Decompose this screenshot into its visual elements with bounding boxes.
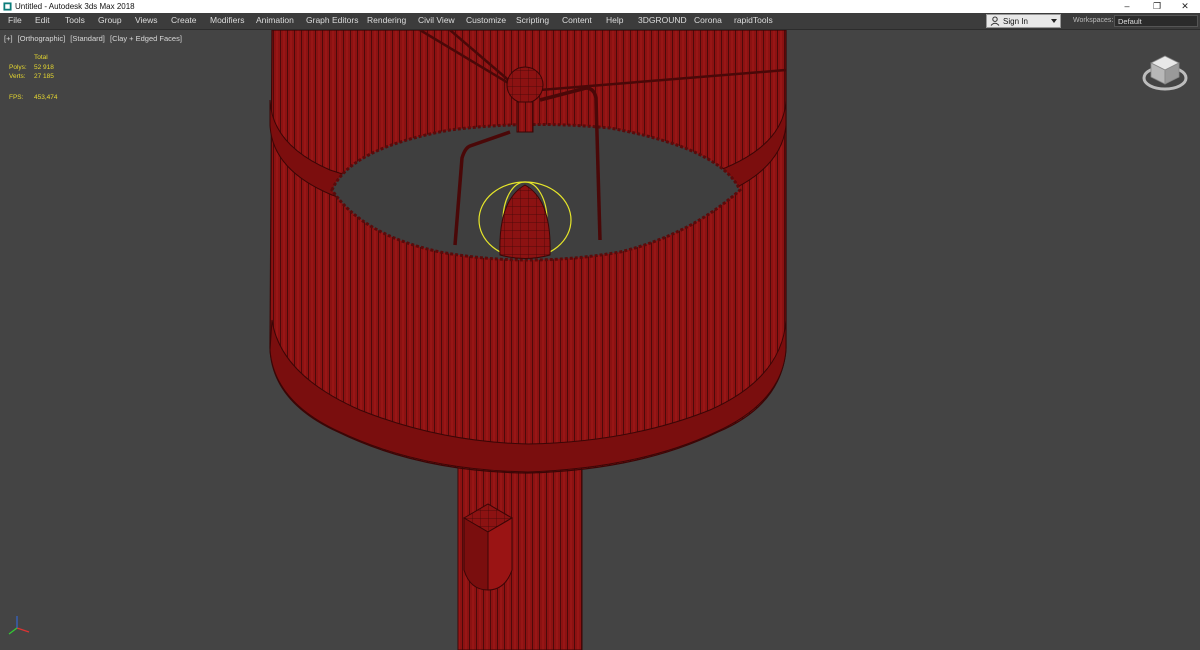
viewport-label[interactable]: [+] [Orthographic] [Standard] [Clay + Ed… [4, 34, 185, 43]
maximize-button[interactable]: ❐ [1142, 0, 1172, 13]
navigation-cube-icon[interactable] [1142, 52, 1188, 92]
finial [506, 66, 544, 104]
stats-fps-value: 453,474 [34, 94, 58, 101]
close-button[interactable]: ✕ [1170, 0, 1200, 13]
viewport-preset[interactable]: [Standard] [70, 34, 105, 43]
user-icon [990, 16, 1000, 26]
workspaces-label: Workspaces: [1073, 17, 1114, 24]
menu-create[interactable]: Create [171, 15, 197, 25]
menu-customize[interactable]: Customize [466, 15, 506, 25]
menu-rendering[interactable]: Rendering [367, 15, 406, 25]
menu-civil-view[interactable]: Civil View [418, 15, 455, 25]
stats-total-label: Total [34, 54, 48, 61]
menu-views[interactable]: Views [135, 15, 158, 25]
menu-animation[interactable]: Animation [256, 15, 294, 25]
menu-modifiers[interactable]: Modifiers [210, 15, 244, 25]
viewport[interactable]: [+] [Orthographic] [Standard] [Clay + Ed… [0, 30, 1200, 650]
window-title: Untitled - Autodesk 3ds Max 2018 [15, 1, 135, 11]
minimize-button[interactable]: – [1112, 0, 1142, 13]
axis-tripod-icon [8, 616, 30, 635]
stats-polys-label: Polys: [9, 64, 27, 71]
viewport-shading[interactable]: [Clay + Edged Faces] [110, 34, 182, 43]
sign-in-dropdown[interactable]: Sign In [986, 14, 1061, 28]
workspaces-value: Default [1118, 17, 1142, 26]
menu-scripting[interactable]: Scripting [516, 15, 549, 25]
menu-3dground[interactable]: 3DGROUND [638, 15, 687, 25]
stats-verts-label: Verts: [9, 73, 26, 80]
app-icon [3, 2, 12, 11]
lamp-model [269, 30, 787, 650]
finial-stem [516, 101, 534, 133]
menu-rapidtools[interactable]: rapidTools [734, 15, 773, 25]
menu-help[interactable]: Help [606, 15, 623, 25]
stats-polys-value: 52 918 [34, 64, 54, 71]
menu-tools[interactable]: Tools [65, 15, 85, 25]
workspaces-select[interactable]: Default [1114, 15, 1198, 27]
stats-verts-value: 27 185 [34, 73, 54, 80]
menu-group[interactable]: Group [98, 15, 122, 25]
stats-fps-label: FPS: [9, 94, 24, 101]
menu-file[interactable]: File [8, 15, 22, 25]
menu-edit[interactable]: Edit [35, 15, 50, 25]
menu-corona[interactable]: Corona [694, 15, 722, 25]
menu-content[interactable]: Content [562, 15, 592, 25]
viewport-menu[interactable]: [+] [4, 34, 13, 43]
dropdown-caret-icon [1051, 19, 1057, 23]
title-bar: Untitled - Autodesk 3ds Max 2018 – ❐ ✕ [0, 0, 1200, 13]
viewport-pov[interactable]: [Orthographic] [18, 34, 66, 43]
sign-in-label: Sign In [1003, 17, 1028, 26]
menu-graph-editors[interactable]: Graph Editors [306, 15, 358, 25]
